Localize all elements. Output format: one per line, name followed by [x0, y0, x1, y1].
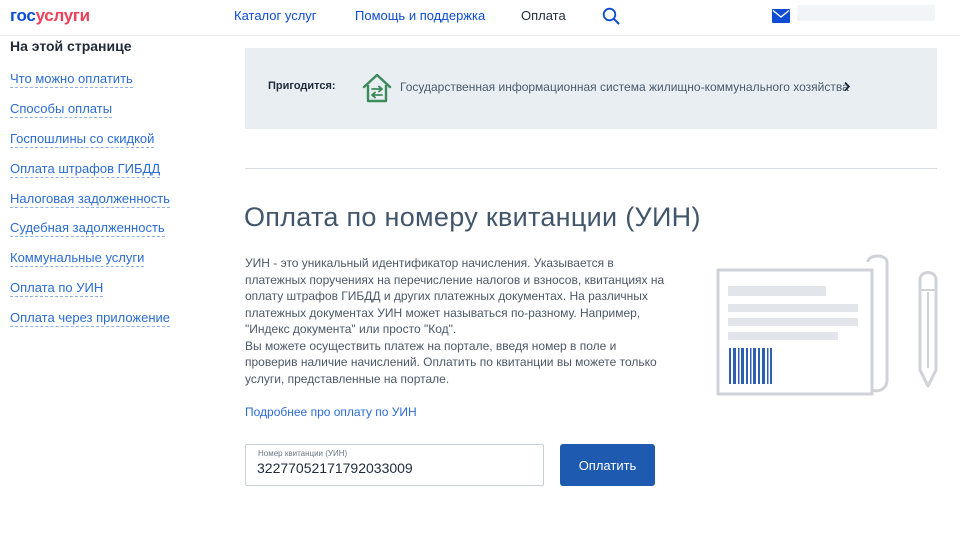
- user-menu[interactable]: [797, 5, 935, 21]
- divider: [245, 168, 937, 169]
- description-paragraph-2: Вы можете осуществить платеж на портале,…: [245, 338, 657, 386]
- sidebar-item-utilities[interactable]: Коммунальные услуги: [10, 250, 145, 267]
- uin-input[interactable]: [257, 458, 532, 478]
- sidebar-item-traffic-fines[interactable]: Оплата штрафов ГИБДД: [10, 161, 161, 178]
- sidebar-item-uin-payment[interactable]: Оплата по УИН: [10, 280, 104, 297]
- uin-field-label: Номер квитанции (УИН): [258, 449, 348, 458]
- uin-more-info-link[interactable]: Подробнее про оплату по УИН: [245, 405, 417, 419]
- receipt-illustration: [716, 254, 938, 396]
- sidebar-item-discount-fees[interactable]: Госпошлины со скидкой: [10, 131, 155, 148]
- description-paragraph-1: УИН - это уникальный идентификатор начис…: [245, 256, 665, 336]
- pay-button[interactable]: Оплатить: [560, 444, 655, 486]
- sidebar-title: На этой странице: [10, 38, 132, 54]
- logo-part-gos: гос: [10, 6, 36, 25]
- banner-label: Пригодится:: [268, 80, 336, 92]
- nav-catalog[interactable]: Каталог услуг: [234, 8, 317, 23]
- header: госуслуги Каталог услуг Помощь и поддерж…: [0, 0, 960, 36]
- nav-help[interactable]: Помощь и поддержка: [355, 8, 485, 23]
- sidebar-item-court-debt[interactable]: Судебная задолженность: [10, 220, 165, 237]
- house-icon: [362, 73, 392, 103]
- page-title: Оплата по номеру квитанции (УИН): [244, 202, 701, 232]
- sidebar-item-what-to-pay[interactable]: Что можно оплатить: [10, 71, 133, 88]
- chevron-right-icon[interactable]: [843, 81, 851, 92]
- uin-description: УИН - это уникальный идентификатор начис…: [245, 255, 670, 387]
- logo-part-uslugi: услуги: [35, 6, 91, 25]
- mail-icon[interactable]: [772, 9, 790, 23]
- search-icon[interactable]: [602, 7, 620, 25]
- useful-banner: Пригодится: Государственная информационн…: [245, 48, 937, 129]
- gosuslugi-logo[interactable]: госуслуги: [10, 6, 90, 26]
- gis-zhkh-link[interactable]: Государственная информационная система ж…: [400, 80, 849, 94]
- nav-payment[interactable]: Оплата: [521, 8, 566, 23]
- uin-field[interactable]: Номер квитанции (УИН): [245, 444, 544, 486]
- sidebar-item-tax-debt[interactable]: Налоговая задолженность: [10, 191, 170, 208]
- sidebar-item-app-payment[interactable]: Оплата через приложение: [10, 310, 171, 327]
- sidebar-item-payment-methods[interactable]: Способы оплаты: [10, 101, 113, 118]
